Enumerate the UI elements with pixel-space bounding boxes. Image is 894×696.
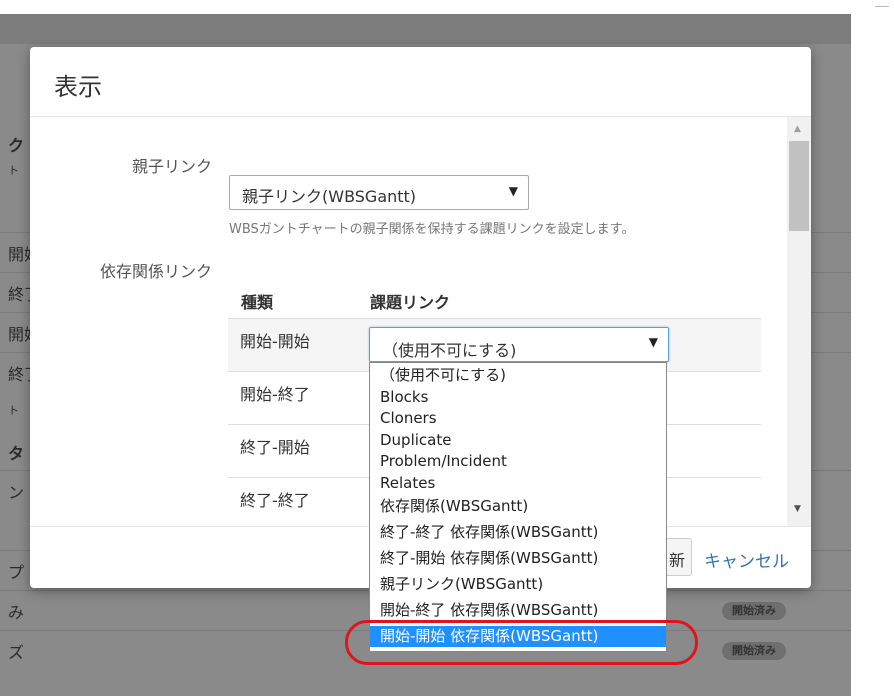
row-type-label: 開始-開始 [240, 332, 310, 351]
dialog-title: 表示 [54, 73, 102, 101]
row-type-label: 終了-終了 [240, 491, 310, 510]
status-badge: 開始済み [722, 602, 786, 620]
option-finish-start[interactable]: 終了-開始 依存関係(WBSGantt) [370, 548, 666, 569]
row-type-label: 終了-開始 [240, 438, 310, 457]
background-text: ン [8, 483, 25, 502]
dialog-header: 表示 [30, 47, 811, 117]
highlight-annotation [345, 620, 698, 665]
background-text: タ [8, 444, 25, 463]
background-text: ズ [8, 643, 25, 662]
corner-mark [875, 6, 889, 7]
update-button-label: 新 [668, 551, 685, 570]
background-header [0, 14, 851, 44]
parent-link-label: 親子リンク [131, 157, 212, 176]
scroll-down-icon[interactable]: ▼ [794, 504, 801, 514]
parent-link-help: WBSガントチャートの親子関係を保持する課題リンクを設定します。 [229, 222, 635, 237]
background-text: ト [8, 404, 19, 417]
chevron-down-icon: ▼ [508, 184, 518, 198]
option-relates[interactable]: Relates [370, 473, 666, 494]
background-text: プ [8, 563, 25, 582]
scrollbar-thumb[interactable] [789, 141, 809, 231]
column-header-type: 種類 [241, 293, 274, 312]
status-badge: 開始済み [722, 642, 786, 660]
option-problem-incident[interactable]: Problem/Incident [370, 451, 666, 472]
chevron-down-icon: ▼ [648, 335, 658, 349]
background-text: ト [8, 164, 19, 177]
row-type-label: 開始-終了 [240, 385, 310, 404]
link-type-select-value: （使用不可にする) [382, 341, 517, 360]
parent-link-select[interactable]: 親子リンク(WBSGantt) ▼ [229, 175, 529, 210]
option-disable[interactable]: （使用不可にする) [370, 365, 666, 386]
background-text: み [8, 603, 25, 622]
option-dependency[interactable]: 依存関係(WBSGantt) [370, 496, 666, 517]
background-text: ク [8, 136, 25, 155]
dependency-link-label: 依存関係リンク [99, 262, 212, 281]
cancel-link[interactable]: キャンセル [704, 547, 789, 572]
option-parent-child[interactable]: 親子リンク(WBSGantt) [370, 574, 666, 595]
option-duplicate[interactable]: Duplicate [370, 430, 666, 451]
link-type-select[interactable]: （使用不可にする) ▼ [369, 327, 669, 362]
option-blocks[interactable]: Blocks [370, 387, 666, 408]
option-cloners[interactable]: Cloners [370, 408, 666, 429]
column-header-link: 課題リンク [370, 293, 451, 312]
option-start-finish[interactable]: 開始-終了 依存関係(WBSGantt) [370, 600, 666, 621]
dialog-scrollbar[interactable]: ▲ ▼ [787, 117, 811, 526]
parent-link-value: 親子リンク(WBSGantt) [242, 187, 417, 206]
scroll-up-icon[interactable]: ▲ [794, 124, 801, 134]
option-finish-finish[interactable]: 終了-終了 依存関係(WBSGantt) [370, 522, 666, 543]
link-type-options: （使用不可にする) Blocks Cloners Duplicate Probl… [369, 362, 667, 652]
